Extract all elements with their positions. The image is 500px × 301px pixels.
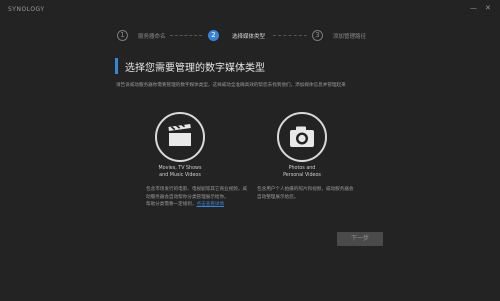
photos-label-line2: Personal Videos — [283, 172, 321, 178]
step-2-label: 选择媒体类型 — [232, 34, 266, 40]
step-1-circle: 1 — [117, 30, 128, 41]
step-connector — [170, 35, 202, 36]
title-accent-bar — [115, 58, 118, 74]
details-link[interactable]: 点击查看详情 — [197, 202, 225, 207]
photos-desc-line1: 包含用户个人拍摄的照片和视频，威动服务器会 — [257, 187, 354, 192]
close-button[interactable]: ✕ — [485, 5, 491, 12]
movies-option[interactable] — [155, 112, 205, 162]
step-connector — [273, 35, 307, 36]
camera-icon — [290, 126, 314, 147]
step-3-circle: 3 — [312, 30, 323, 41]
film-clapper-icon — [168, 123, 191, 146]
app-logo: SYNOLOGY — [8, 6, 45, 13]
movies-desc-line1: 包含市场发行的电影、电视剧等其它商业视频，威 — [146, 187, 248, 192]
step-2-circle: 2 — [208, 30, 219, 41]
photos-description: 包含用户个人拍摄的照片和视频，威动服务器会 自动整理展示给您。 — [257, 186, 353, 201]
page-description: 请告诉威动服务器你需要管理的数字媒体类型，这样威动全准确高效的帮您去找到他们，添… — [116, 83, 346, 88]
step-indicator: 1 服务器命名 2 选择媒体类型 3 添加管理路径 — [0, 30, 500, 44]
movies-label: Movies, TV Shows and Music Videos — [150, 166, 210, 179]
movies-label-line2: and Music Videos — [159, 172, 201, 178]
movies-label-line1: Movies, TV Shows — [158, 166, 202, 171]
movies-description: 包含市场发行的电影、电视剧等其它商业视频，威 动服务器会自动帮你分类管理展示给你… — [146, 186, 247, 209]
photos-label: Photos and Personal Videos — [272, 166, 332, 179]
next-button[interactable]: 下一步 — [337, 232, 383, 246]
movies-desc-line2: 动服务器会自动帮你分类管理展示给你。 — [146, 194, 229, 200]
photos-desc-line2: 自动整理展示给您。 — [257, 194, 299, 200]
step-3-label: 添加管理路径 — [333, 34, 367, 40]
step-1-label: 服务器命名 — [138, 34, 166, 40]
movies-desc-line3: 帮助分类需要一定规则， — [146, 202, 197, 207]
photos-option[interactable] — [277, 112, 327, 162]
page-title: 选择您需要管理的数字媒体类型 — [125, 63, 265, 74]
minimize-button[interactable]: — — [470, 5, 477, 12]
